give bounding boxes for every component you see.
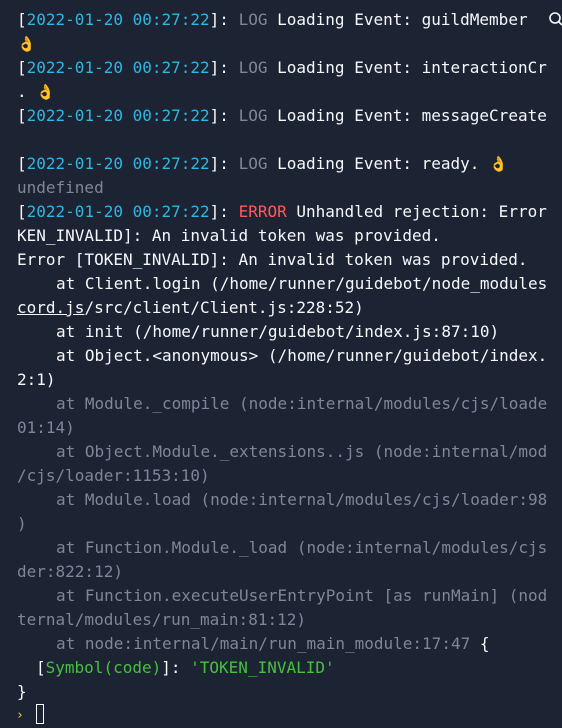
log-message: Loading Event: messageCreate	[277, 106, 547, 125]
symbol-key: Symbol(code)	[45, 658, 162, 677]
stack-frame-internal: at Object.Module._extensions..js (node:i…	[56, 442, 548, 461]
ok-hand-emoji: 👌	[17, 35, 36, 53]
stack-frame: at init (/home/runner/guidebot/index.js:…	[56, 322, 500, 341]
prompt-arrow-icon: ›	[16, 708, 24, 723]
stack-frame-internal: at Module._compile (node:internal/module…	[56, 394, 548, 413]
stack-frame: at Client.login (/home/runner/guidebot/n…	[56, 274, 548, 293]
log-line: [2022-01-20 00:27:22]: LOG Loading Event…	[17, 10, 528, 29]
stack-frame-wrap: /cjs/loader:1153:10)	[17, 466, 210, 485]
log-level: LOG	[238, 106, 268, 125]
search-icon[interactable]	[548, 10, 562, 28]
stack-frame-wrap: )	[17, 514, 27, 533]
log-level: LOG	[238, 10, 268, 29]
timestamp: 2022-01-20 00:27:22	[26, 202, 210, 221]
log-line: [2022-01-20 00:27:22]: LOG Loading Event…	[17, 152, 508, 176]
log-line-wrap: . 👌	[17, 80, 55, 104]
log-message: Loading Event: guildMember	[277, 10, 528, 29]
error-level: ERROR	[238, 202, 287, 221]
log-level: LOG	[238, 58, 268, 77]
closing-brace: }	[17, 682, 27, 701]
stack-frame-wrap: der:822:12)	[17, 562, 123, 581]
undefined-output: undefined	[17, 178, 104, 197]
input-cursor[interactable]	[36, 704, 44, 724]
stack-frame-wrap: ternal/modules/run_main:81:12)	[17, 610, 306, 629]
error-detail: Error [TOKEN_INVALID]: An invalid token …	[17, 250, 528, 269]
timestamp: 2022-01-20 00:27:22	[26, 154, 210, 173]
timestamp: 2022-01-20 00:27:22	[26, 106, 210, 125]
stack-frame-internal: at node:internal/main/run_main_module:17…	[56, 634, 490, 653]
log-message: Loading Event: ready.	[277, 154, 480, 173]
error-line: [2022-01-20 00:27:22]: ERROR Unhandled r…	[17, 202, 547, 221]
stack-frame: at Object.<anonymous> (/home/runner/guid…	[56, 346, 548, 365]
stack-frame-internal: at Function.Module._load (node:internal/…	[56, 538, 548, 557]
error-property: [Symbol(code)]: 'TOKEN_INVALID'	[36, 658, 335, 677]
ok-hand-emoji: 👌	[36, 83, 55, 101]
log-line: [2022-01-20 00:27:22]: LOG Loading Event…	[17, 106, 547, 125]
console-output: [2022-01-20 00:27:22]: LOG Loading Event…	[0, 0, 562, 728]
stack-frame-wrap: cord.js/src/client/Client.js:228:52)	[17, 298, 364, 317]
stack-frame-wrap: 01:14)	[17, 418, 75, 437]
log-line: [2022-01-20 00:27:22]: LOG Loading Event…	[17, 58, 547, 77]
file-link[interactable]: cord.js	[17, 298, 84, 317]
stack-frame-wrap: 2:1)	[17, 370, 56, 389]
symbol-value: 'TOKEN_INVALID'	[190, 658, 335, 677]
error-message: Unhandled rejection: Error	[296, 202, 547, 221]
log-message: Loading Event: interactionCr	[277, 58, 547, 77]
error-line-wrap: KEN_INVALID]: An invalid token was provi…	[17, 226, 441, 245]
timestamp: 2022-01-20 00:27:22	[26, 10, 210, 29]
log-level: LOG	[238, 154, 268, 173]
log-line-wrap: 👌	[17, 32, 36, 56]
stack-frame-internal: at Function.executeUserEntryPoint [as ru…	[56, 586, 548, 605]
ok-hand-emoji: 👌	[489, 155, 508, 173]
stack-frame-internal: at Module.load (node:internal/modules/cj…	[56, 490, 548, 509]
timestamp: 2022-01-20 00:27:22	[26, 58, 210, 77]
